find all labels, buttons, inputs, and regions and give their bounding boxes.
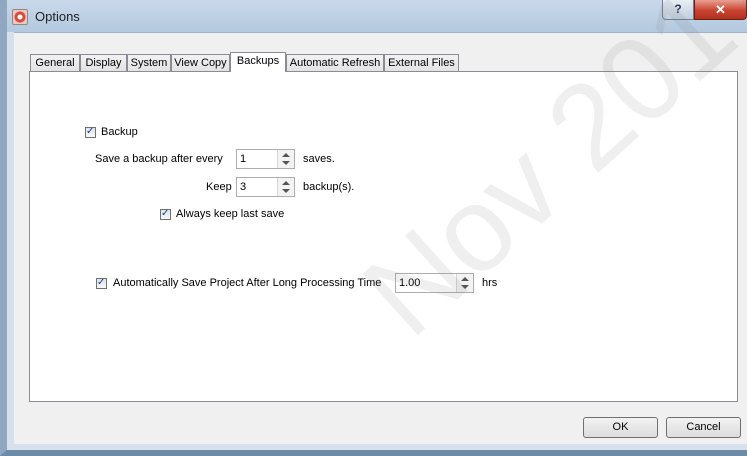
tab-backups[interactable]: Backups xyxy=(230,52,286,72)
autosave-spin-buttons[interactable] xyxy=(456,274,473,292)
save-every-spin-buttons[interactable] xyxy=(277,150,294,168)
saves-suffix: saves. xyxy=(303,153,335,165)
tab-system[interactable]: System xyxy=(127,54,171,71)
spin-up-icon[interactable] xyxy=(282,181,290,185)
autosave-hours-suffix: hrs xyxy=(482,277,498,289)
tab-view-copy[interactable]: View Copy xyxy=(171,54,230,71)
save-every-spinner[interactable]: 1 xyxy=(236,149,295,169)
title-bar[interactable]: Options ? ✕ xyxy=(7,0,747,32)
backups-panel xyxy=(29,71,738,402)
tab-display[interactable]: Display xyxy=(80,54,127,71)
backup-checkbox[interactable] xyxy=(85,126,96,138)
cancel-button[interactable]: Cancel xyxy=(666,417,741,438)
save-every-value: 1 xyxy=(240,153,247,165)
spin-down-icon[interactable] xyxy=(282,161,290,165)
always-keep-label: Always keep last save xyxy=(176,208,285,220)
autosave-checkbox[interactable] xyxy=(96,277,107,289)
spin-up-icon[interactable] xyxy=(282,153,290,157)
save-every-label: Save a backup after every xyxy=(95,153,223,165)
keep-label: Keep xyxy=(206,181,232,193)
spin-down-icon[interactable] xyxy=(461,285,469,289)
autosave-hours-spinner[interactable]: 1.00 xyxy=(395,273,474,293)
spin-down-icon[interactable] xyxy=(282,189,290,193)
tab-external-files[interactable]: External Files xyxy=(384,54,459,71)
always-keep-checkbox[interactable] xyxy=(160,208,171,220)
keep-suffix: backup(s). xyxy=(303,181,355,193)
autosave-label: Automatically Save Project After Long Pr… xyxy=(113,277,382,289)
tab-general[interactable]: General xyxy=(30,54,80,71)
autosave-hours-value: 1.00 xyxy=(399,277,421,289)
spin-up-icon[interactable] xyxy=(461,277,469,281)
app-icon xyxy=(12,9,28,25)
help-button[interactable]: ? xyxy=(662,0,694,20)
close-button[interactable]: ✕ xyxy=(694,0,747,20)
tab-automatic-refresh[interactable]: Automatic Refresh xyxy=(286,54,384,71)
options-window: Options ? ✕ General Display System View … xyxy=(0,0,747,456)
keep-spin-buttons[interactable] xyxy=(277,178,294,196)
window-title: Options xyxy=(35,9,80,24)
keep-spinner[interactable]: 3 xyxy=(236,177,295,197)
ok-button[interactable]: OK xyxy=(583,417,658,438)
keep-value: 3 xyxy=(240,181,247,193)
backup-label: Backup xyxy=(101,126,138,138)
